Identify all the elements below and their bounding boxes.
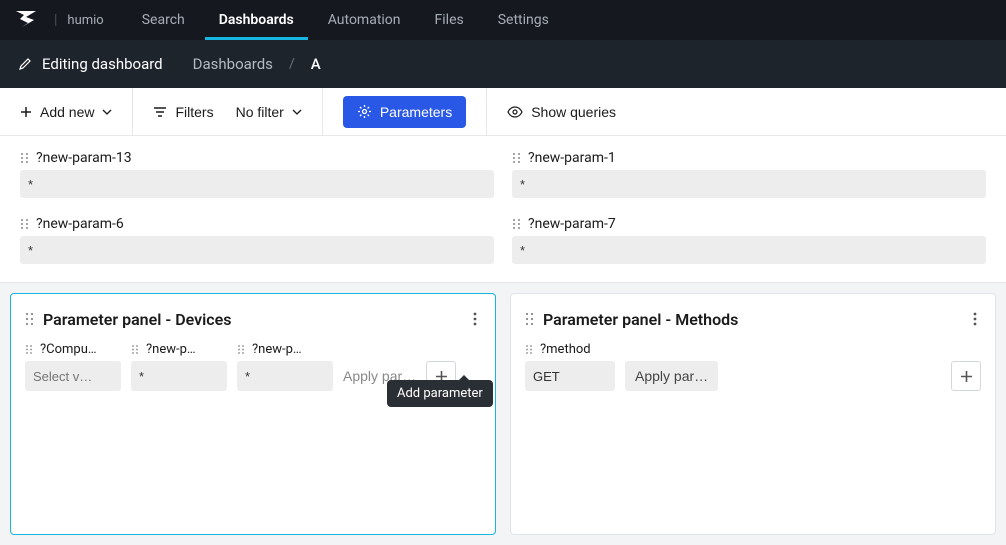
- brand-logo-icon: [10, 11, 48, 29]
- show-queries-button[interactable]: Show queries: [507, 104, 616, 120]
- panel-param: ?method: [525, 342, 615, 391]
- tooltip-text: Add parameter: [397, 386, 483, 401]
- param-input[interactable]: [25, 361, 121, 391]
- param-label-text: ?Compu…: [40, 342, 97, 357]
- panel-menu-button[interactable]: [969, 308, 981, 330]
- drag-handle-icon[interactable]: [25, 312, 35, 326]
- panel-param: ?new-p…: [131, 342, 227, 391]
- param-label-text: ?new-param-6: [36, 216, 124, 232]
- no-filter-dropdown[interactable]: No filter: [236, 104, 302, 120]
- panels-area: Parameter panel - Devices ?Compu… ?new-p…: [0, 283, 1006, 545]
- nav-files[interactable]: Files: [421, 0, 478, 40]
- chevron-down-icon: [292, 109, 302, 115]
- param-input[interactable]: [525, 361, 615, 391]
- nav-automation[interactable]: Automation: [314, 0, 415, 40]
- drag-handle-icon[interactable]: [512, 218, 522, 230]
- param-label-text: ?new-param-7: [528, 216, 616, 232]
- panel-param: ?Compu…: [25, 342, 121, 391]
- plus-icon: [960, 370, 973, 383]
- filters-label: Filters: [175, 104, 213, 120]
- drag-handle-icon[interactable]: [20, 218, 30, 230]
- brand-separator: |: [54, 12, 57, 28]
- drag-handle-icon[interactable]: [237, 344, 246, 355]
- panel-title-text: Parameter panel - Devices: [43, 310, 231, 329]
- param-block: ?new-param-13: [20, 150, 494, 198]
- global-params: ?new-param-13 ?new-param-1 ?new-param-6 …: [0, 136, 1006, 283]
- param-input[interactable]: [237, 361, 333, 391]
- breadcrumb-current: A: [311, 55, 321, 73]
- panel-methods[interactable]: Parameter panel - Methods ?method Apply …: [510, 293, 996, 535]
- filter-icon: [153, 106, 167, 118]
- drag-handle-icon[interactable]: [512, 152, 522, 164]
- no-filter-label: No filter: [236, 104, 284, 120]
- param-label-text: ?new-param-13: [36, 150, 132, 166]
- param-input[interactable]: [512, 170, 986, 198]
- add-new-label: Add new: [40, 104, 94, 120]
- plus-icon: [20, 106, 32, 118]
- param-input[interactable]: [131, 361, 227, 391]
- drag-handle-icon[interactable]: [25, 344, 34, 355]
- editing-indicator: Editing dashboard: [18, 55, 163, 73]
- drag-handle-icon[interactable]: [131, 344, 140, 355]
- drag-handle-icon[interactable]: [20, 152, 30, 164]
- show-queries-label: Show queries: [531, 104, 616, 120]
- nav-dashboards[interactable]: Dashboards: [205, 0, 308, 40]
- param-block: ?new-param-6: [20, 216, 494, 264]
- param-label-text: ?new-p…: [252, 342, 302, 357]
- panel-devices[interactable]: Parameter panel - Devices ?Compu… ?new-p…: [10, 293, 496, 535]
- param-input[interactable]: [20, 170, 494, 198]
- brand-name: humio: [67, 13, 111, 28]
- pencil-icon: [18, 57, 32, 71]
- breadcrumb-sep: /: [289, 56, 295, 72]
- breadcrumb-dashboards[interactable]: Dashboards: [193, 55, 273, 73]
- drag-handle-icon[interactable]: [525, 344, 534, 355]
- chevron-down-icon: [102, 109, 112, 115]
- param-block: ?new-param-1: [512, 150, 986, 198]
- param-label-text: ?method: [540, 342, 591, 357]
- panel-title-text: Parameter panel - Methods: [543, 310, 738, 329]
- panel-menu-button[interactable]: [469, 308, 481, 330]
- param-label-text: ?new-param-1: [528, 150, 616, 166]
- param-label-text: ?new-p…: [146, 342, 196, 357]
- panel-param: ?new-p…: [237, 342, 333, 391]
- param-input[interactable]: [512, 236, 986, 264]
- eye-icon: [507, 106, 523, 118]
- nav-search[interactable]: Search: [128, 0, 199, 40]
- add-new-button[interactable]: Add new: [20, 104, 112, 120]
- parameters-button[interactable]: Parameters: [343, 96, 466, 128]
- editing-label: Editing dashboard: [42, 55, 163, 73]
- toolbar: Add new Filters No filter Parameters: [0, 88, 1006, 136]
- gear-icon: [357, 104, 372, 119]
- drag-handle-icon[interactable]: [525, 312, 535, 326]
- filters-button[interactable]: Filters: [153, 104, 213, 120]
- apply-parameters-button[interactable]: Apply par…: [625, 361, 718, 391]
- nav-settings[interactable]: Settings: [484, 0, 563, 40]
- add-parameter-button[interactable]: [951, 361, 981, 391]
- breadcrumb-bar: Editing dashboard Dashboards / A: [0, 40, 1006, 88]
- tooltip: Add parameter: [387, 380, 493, 407]
- param-block: ?new-param-7: [512, 216, 986, 264]
- param-input[interactable]: [20, 236, 494, 264]
- top-nav: | humio Search Dashboards Automation Fil…: [0, 0, 1006, 40]
- parameters-label: Parameters: [380, 104, 452, 120]
